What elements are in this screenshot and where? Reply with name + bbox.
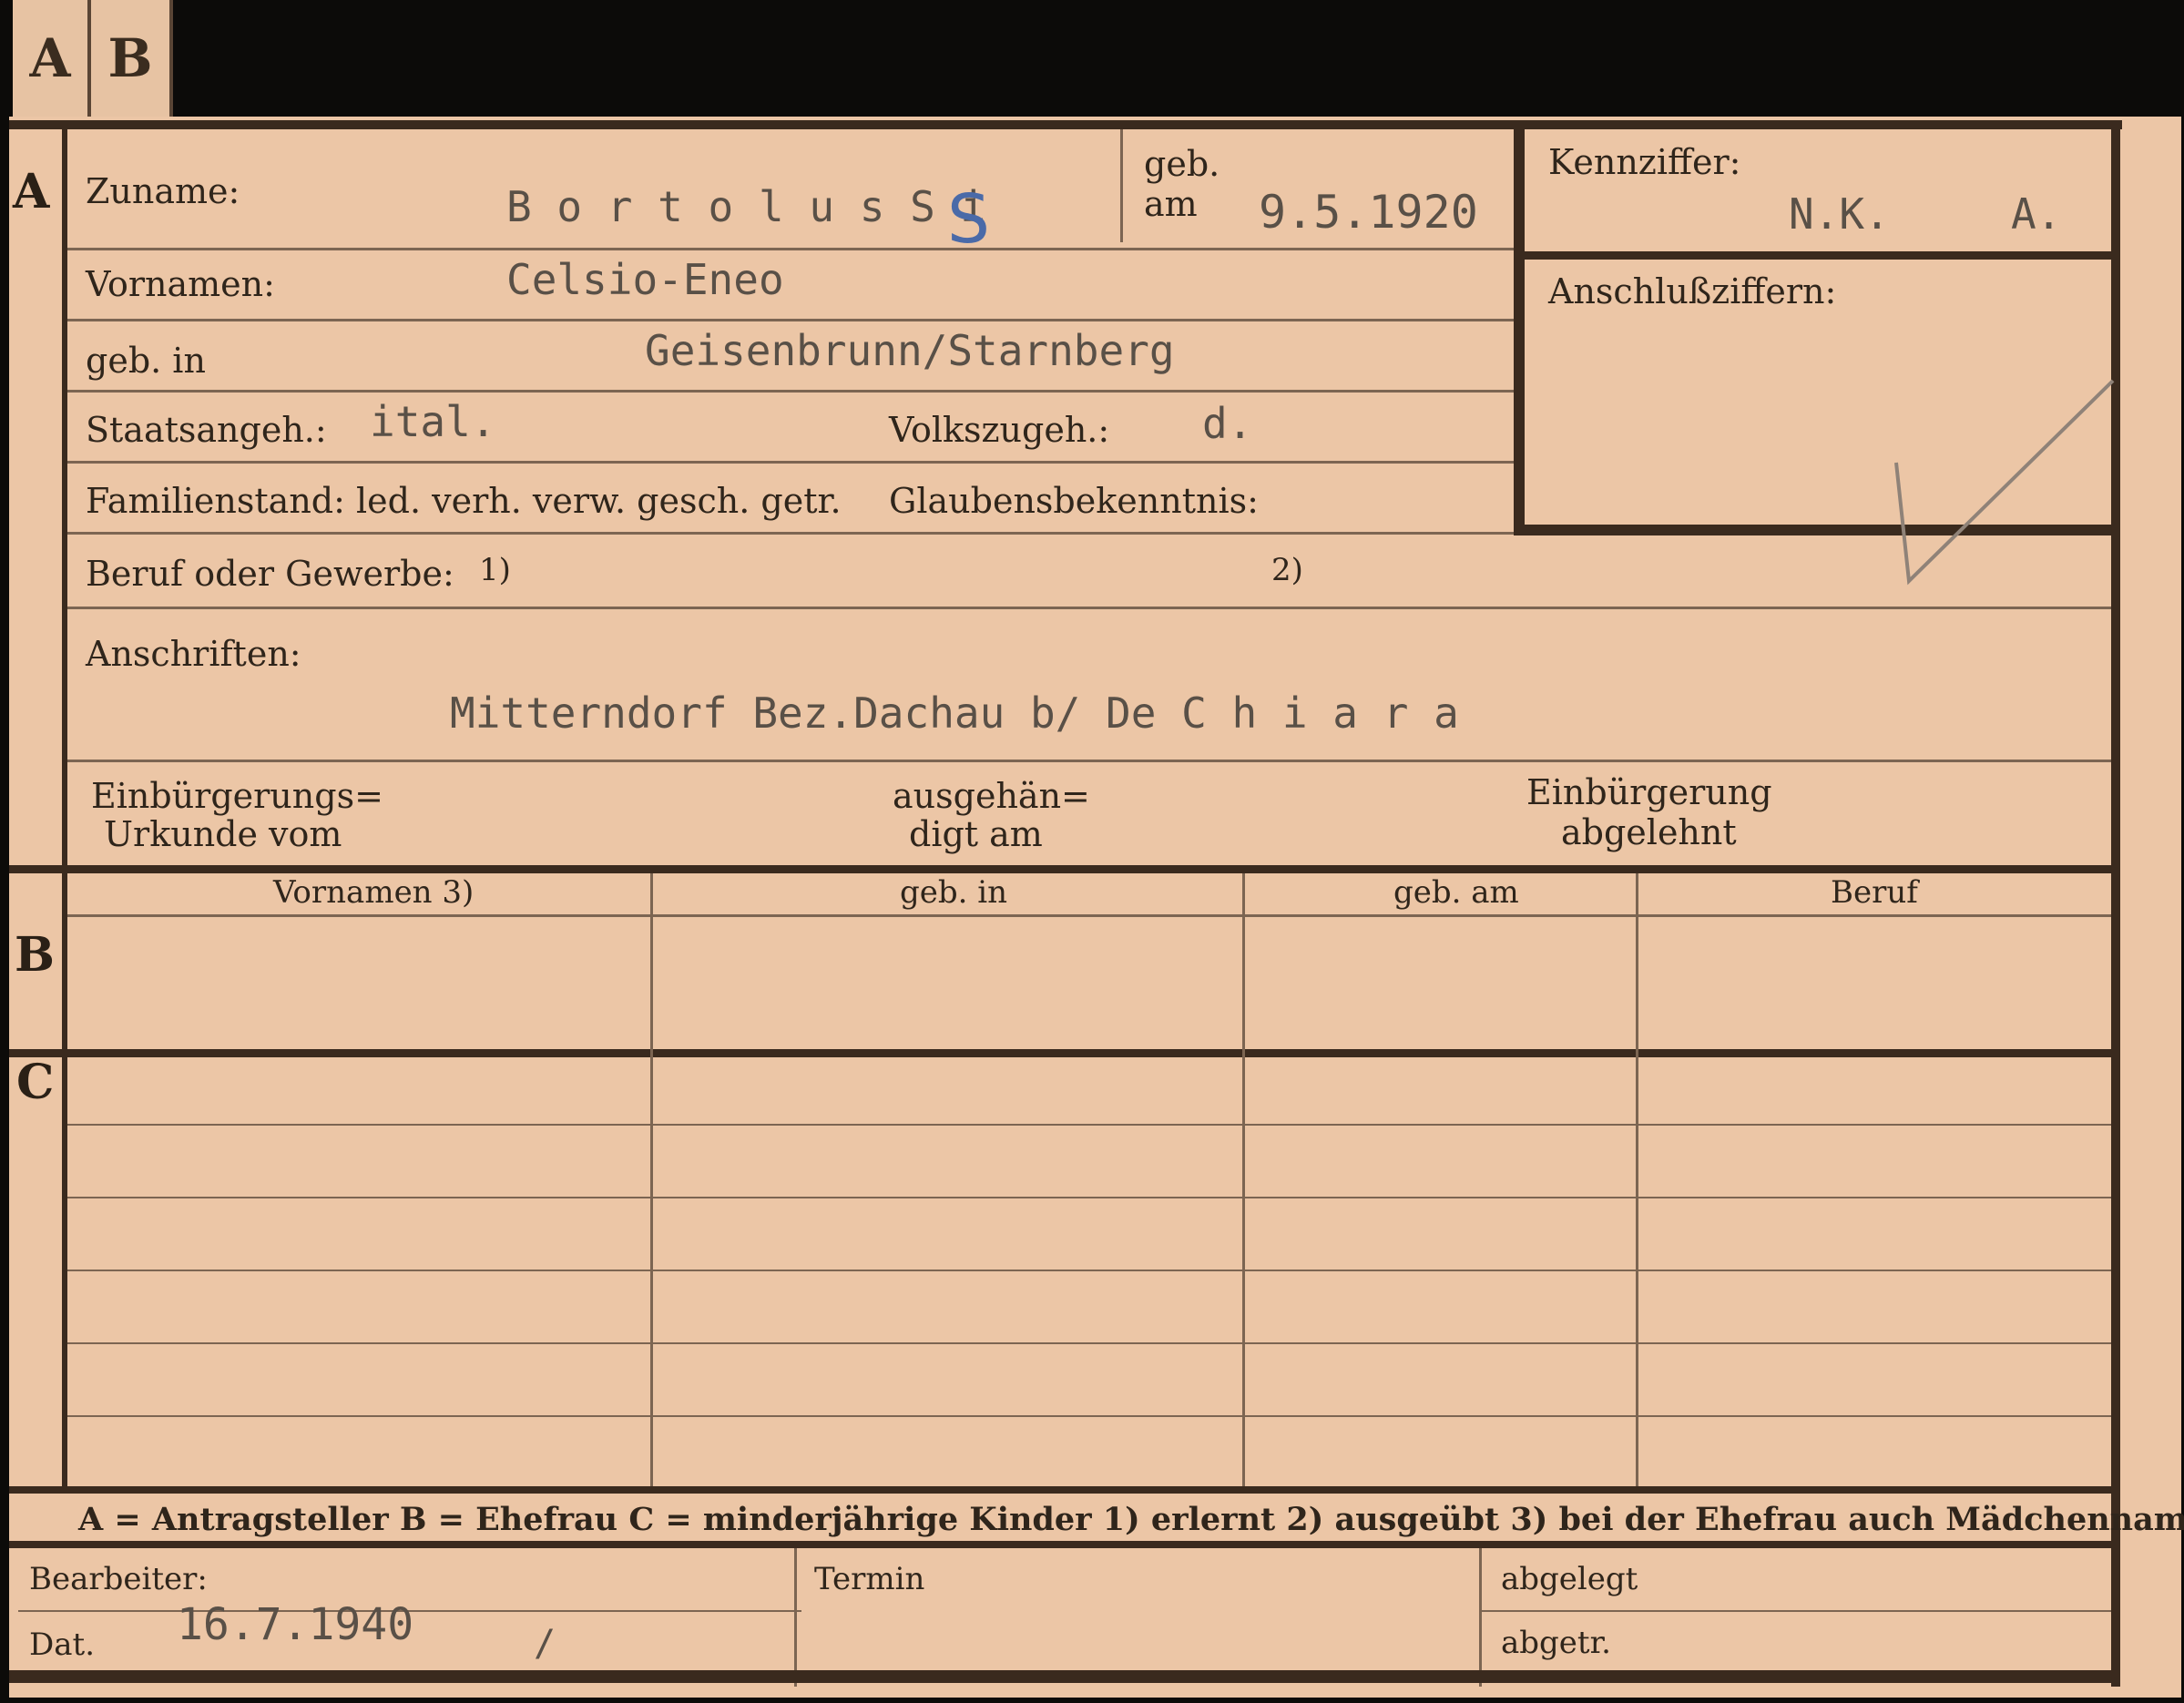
table-row-line <box>67 1342 2111 1344</box>
row-line-4 <box>67 461 1519 464</box>
table-row-line <box>67 1124 2111 1126</box>
left-margin-line <box>62 129 67 1488</box>
col-divider-3 <box>1636 873 1638 1488</box>
kennziffer-label: Kennziffer: <box>1548 142 1741 182</box>
glaubens-label: Glaubensbekenntnis: <box>889 481 1259 521</box>
kennziffer-value-2: A. <box>2011 189 2062 239</box>
section-b-marker: B <box>15 927 55 983</box>
anschriften-label: Anschriften: <box>86 634 301 674</box>
familienstand-label: Familienstand: led. verh. verw. gesch. g… <box>86 481 842 521</box>
footer-divider-1 <box>794 1548 797 1687</box>
tab-b: B <box>91 0 173 117</box>
section-b-top-border <box>9 865 2111 873</box>
kennziffer-left-border <box>1514 129 1525 535</box>
geb-label: geb. <box>1144 144 1220 184</box>
legend-bottom-border <box>9 1541 2111 1548</box>
footer-bottom-border <box>9 1670 2120 1683</box>
col-header-geb-am: geb. am <box>1393 874 1519 911</box>
table-row-line <box>67 1197 2111 1198</box>
staatsangeh-label: Staatsangeh.: <box>86 410 327 450</box>
legend-text: A = Antragsteller B = Ehefrau C = minder… <box>78 1501 2184 1538</box>
einb-urkunde-label-1: Einbürgerungs= <box>91 776 383 816</box>
col-header-geb-in: geb. in <box>900 874 1008 911</box>
vornamen-label: Vornamen: <box>86 264 275 304</box>
dat-mark: / <box>534 1623 556 1665</box>
abgelegt-line <box>1481 1610 2111 1612</box>
ausgehaendigt-label-1: ausgehän= <box>893 776 1090 816</box>
row-line-3 <box>67 390 1519 393</box>
am-label: am <box>1144 184 1198 224</box>
section-c-marker: C <box>16 1055 55 1110</box>
anschlussziffern-label: Anschlußziffern: <box>1548 271 1837 311</box>
col-divider-1 <box>650 873 653 1488</box>
dat-value: 16.7.1940 <box>177 1599 414 1650</box>
einb-abgelehnt-label-2: abgelehnt <box>1561 812 1737 852</box>
footer-divider-2 <box>1479 1548 1482 1687</box>
zuname-divider <box>1120 129 1123 242</box>
ausgehaendigt-label-2: digt am <box>909 814 1043 854</box>
check-mark-icon <box>1894 379 2115 586</box>
tab-a: A <box>13 0 91 117</box>
table-row-line <box>67 1415 2111 1417</box>
section-b-header-line <box>67 914 2111 917</box>
beruf-label: Beruf oder Gewerbe: <box>86 554 454 594</box>
abgetr-label: abgetr. <box>1501 1625 1611 1661</box>
top-border <box>9 120 2122 129</box>
col-header-beruf: Beruf <box>1831 874 1918 911</box>
footnote-2-ref: 2) <box>1271 552 1303 588</box>
einb-urkunde-label-2: Urkunde vom <box>104 814 342 854</box>
volkszugeh-value: d. <box>1202 399 1253 448</box>
legend-top-border <box>9 1486 2111 1494</box>
geb-am-value: 9.5.1920 <box>1259 186 1478 239</box>
row-line-7 <box>67 760 2111 762</box>
footnote-1-ref: 1) <box>479 552 511 588</box>
geb-in-label: geb. in <box>86 341 206 381</box>
einb-abgelehnt-label-1: Einbürgerung <box>1526 772 1772 812</box>
registration-card: A B C Zuname: B o r t o l u s S i S geb.… <box>9 117 2184 1698</box>
kennziffer-value-1: N.K. <box>1789 189 1890 239</box>
zuname-value: B o r t o l u s S i <box>506 182 986 231</box>
volkszugeh-label: Volkszugeh.: <box>889 410 1110 450</box>
row-line-6 <box>67 607 2111 609</box>
staatsangeh-value: ital. <box>370 397 496 446</box>
anschrift-value: Mitterndorf Bez.Dachau b/ De C h i a r a <box>450 688 1459 738</box>
termin-label: Termin <box>814 1561 925 1597</box>
table-row-line <box>67 1270 2111 1271</box>
section-a-marker: A <box>13 164 50 219</box>
row-line-1 <box>67 248 1519 250</box>
bearbeiter-label: Bearbeiter: <box>29 1561 208 1597</box>
abgelegt-label: abgelegt <box>1501 1561 1638 1597</box>
vornamen-value: Celsio-Eneo <box>506 255 784 304</box>
row-line-2 <box>67 319 1519 321</box>
geb-in-value: Geisenbrunn/Starnberg <box>645 326 1175 375</box>
dat-label: Dat. <box>29 1627 96 1663</box>
col-header-vornamen: Vornamen 3) <box>273 874 475 911</box>
section-c-top-border <box>9 1049 2111 1057</box>
col-divider-2 <box>1242 873 1245 1488</box>
zuname-label: Zuname: <box>86 171 240 211</box>
